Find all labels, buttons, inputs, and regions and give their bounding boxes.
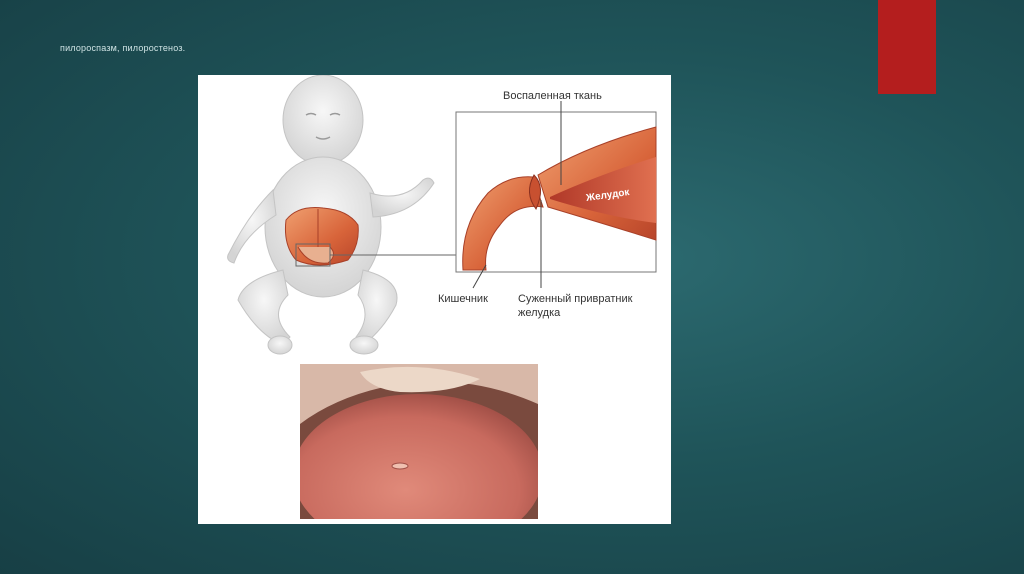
abdominal-organs — [285, 207, 359, 267]
abdomen-photo — [300, 364, 538, 519]
label-narrowed-pylorus-line1: Суженный привратник — [518, 293, 633, 305]
slide-title: пилороспазм, пилоростеноз. — [60, 43, 186, 53]
figure-panel: Воспаленная ткань Желудок Кишечник Сужен… — [198, 75, 671, 524]
label-narrowed-pylorus-line2: желудка — [518, 307, 561, 319]
label-intestine: Кишечник — [438, 293, 488, 305]
label-inflamed-tissue: Воспаленная ткань — [503, 90, 602, 102]
accent-bar — [878, 0, 936, 94]
label-narrowed-pylorus: Суженный привратник желудка — [518, 292, 632, 320]
